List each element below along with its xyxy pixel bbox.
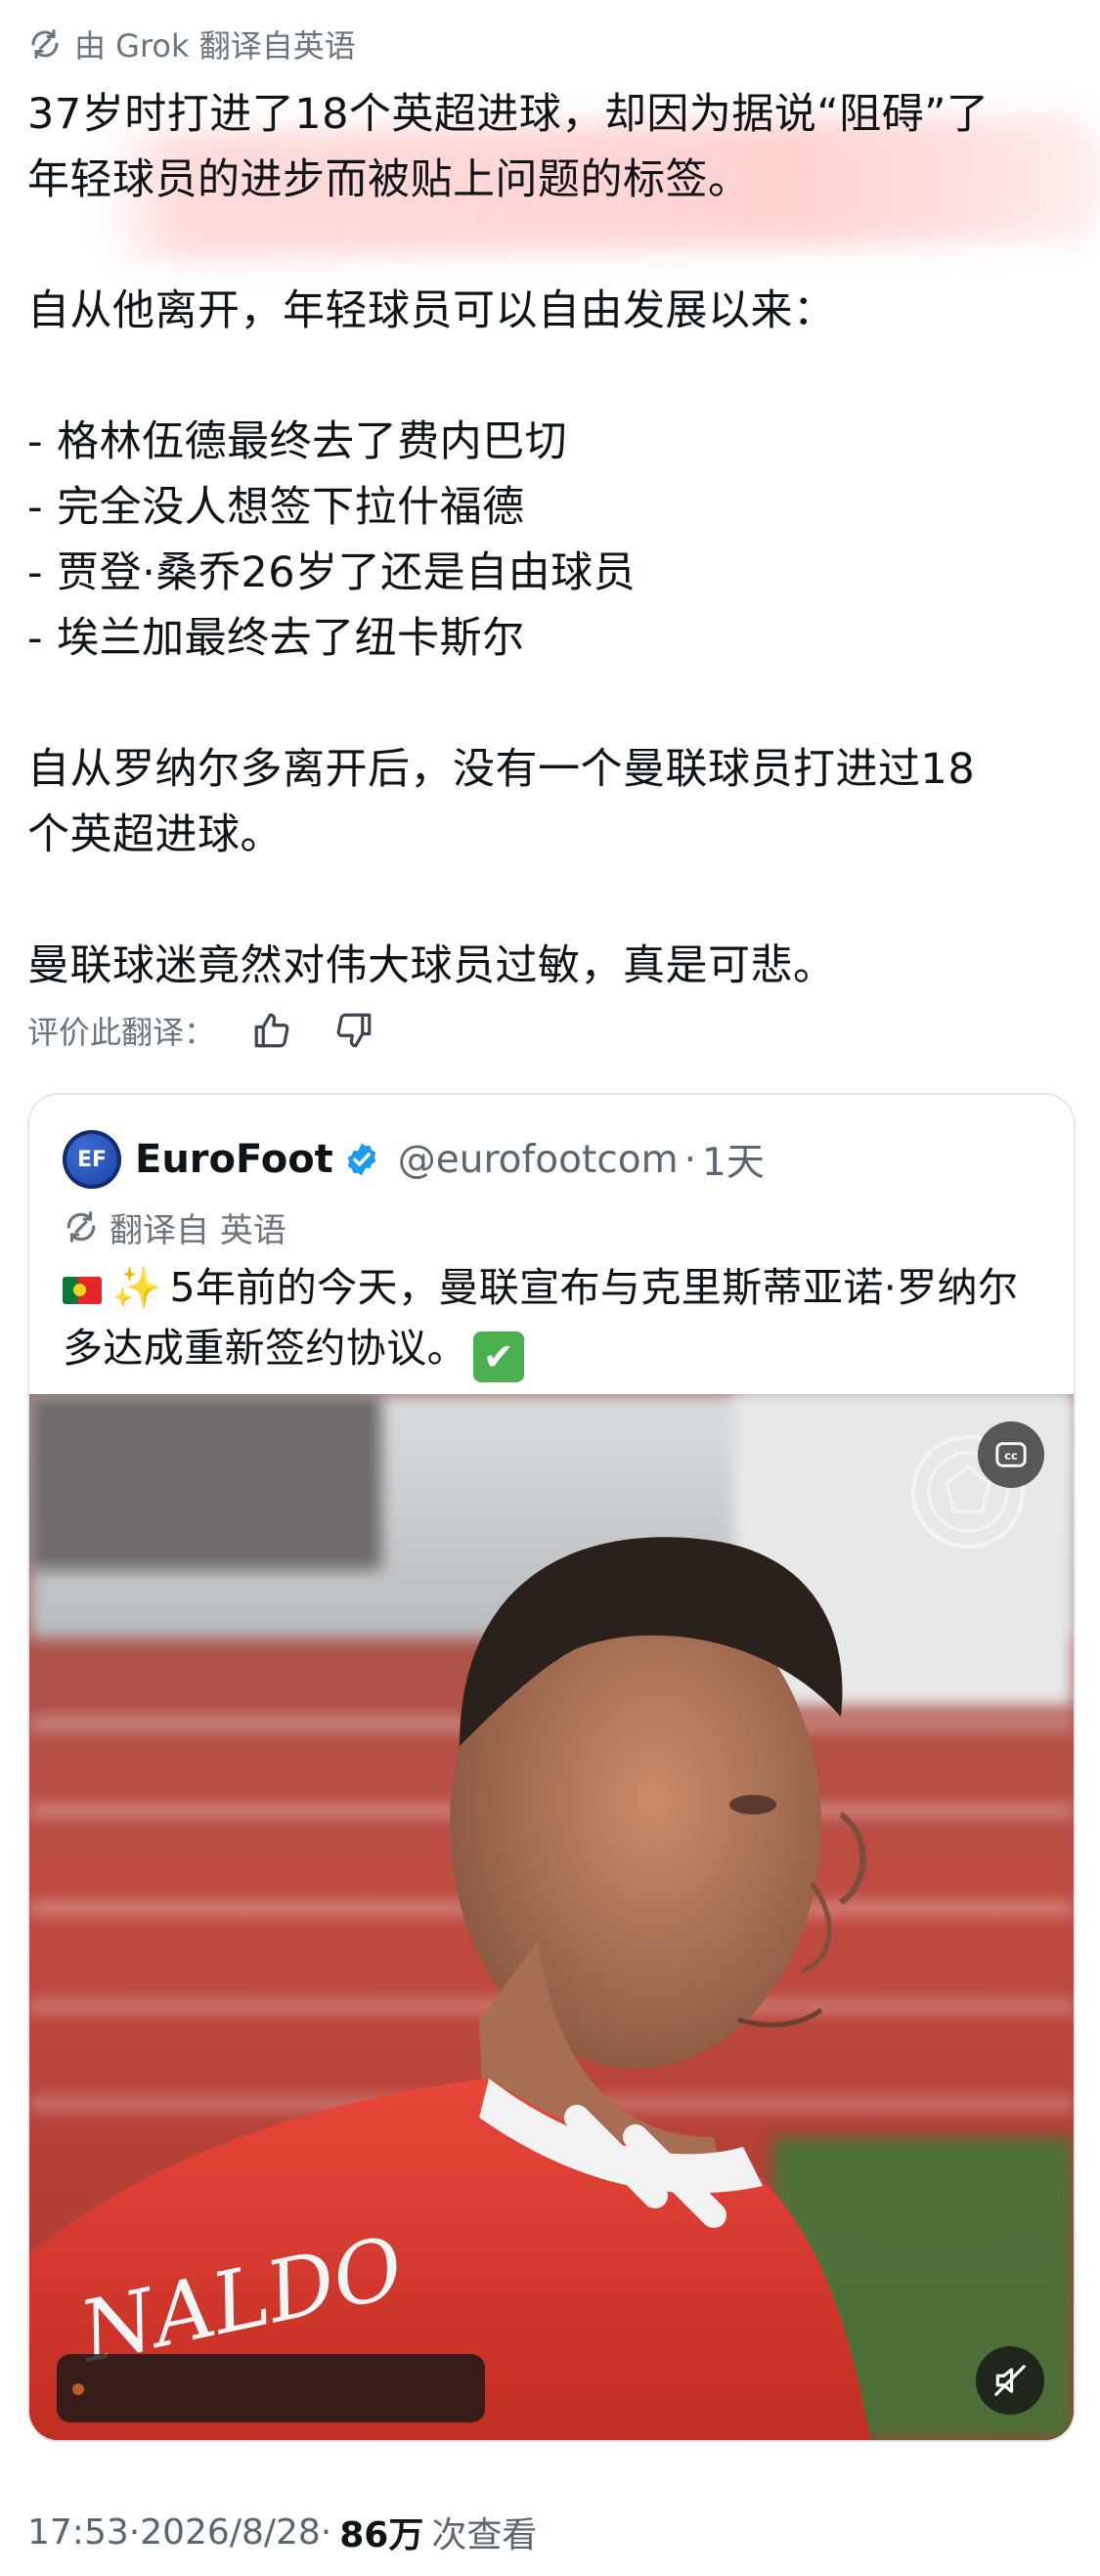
tweet-list-item: - 完全没人想签下拉什福德 (27, 483, 525, 532)
progress-dot (72, 2383, 84, 2395)
quoted-tweet-time[interactable]: 1天 (702, 1132, 765, 1187)
cc-icon: cc (995, 1442, 1027, 1467)
view-count[interactable]: 86万 (339, 2507, 423, 2557)
portugal-flag-icon (63, 1277, 102, 1304)
quoted-author-name[interactable]: EuroFoot (135, 1137, 333, 1182)
quoted-tweet-header: EF EuroFoot @eurofootcom · 1天 (63, 1128, 765, 1191)
quoted-author-handle[interactable]: @eurofootcom (398, 1138, 679, 1182)
quoted-text-line: 5年前的今天，曼联宣布与克里斯蒂亚诺·罗纳尔 (169, 1264, 1019, 1311)
separator: · (128, 2511, 141, 2553)
quoted-text-line: 多达成重新签约协议。 (63, 1325, 467, 1372)
view-count-label: 次查看 (431, 2515, 538, 2555)
tweet-meta: 17:53 · 2026/8/28 · 86万 次查看 (27, 2505, 537, 2559)
check-mark-icon: ✔ (473, 1332, 524, 1382)
tweet-line: 自从罗纳尔多离开后，没有一个曼联球员打进过18 (27, 745, 976, 794)
tweet-line: 自从他离开，年轻球员可以自由发展以来： (27, 286, 836, 335)
tweet-list-item: - 埃兰加最终去了纽卡斯尔 (27, 614, 525, 663)
tweet-text: 37岁时打进了18个英超进球，却因为据说“阻碍”了 年轻球员的进步而被贴上问题的… (27, 82, 1083, 999)
tweet-line: 曼联球迷竟然对伟大球员过敏，真是可悲。 (27, 941, 836, 990)
video-player[interactable]: NALDO cc (29, 1394, 1074, 2440)
translation-label: 由 Grok 翻译自英语 (74, 27, 356, 65)
sparkle-icon: ✨ (111, 1264, 162, 1311)
translation-header[interactable]: 由 Grok 翻译自英语 (27, 22, 356, 66)
svg-text:cc: cc (1004, 1449, 1017, 1463)
avatar[interactable]: EF (63, 1130, 121, 1189)
tweet-list-item: - 贾登·桑乔26岁了还是自由球员 (27, 548, 637, 597)
thumbs-down-icon[interactable] (330, 1007, 377, 1054)
tweet-line: 37岁时打进了18个英超进球，却因为据说“阻碍”了 (27, 90, 990, 139)
separator: · (320, 2511, 332, 2553)
post-date[interactable]: 2026/8/28 (140, 2512, 321, 2553)
post-time[interactable]: 17:53 (27, 2512, 129, 2553)
rate-translation: 评价此翻译： (27, 1007, 377, 1054)
translate-icon (66, 1211, 96, 1243)
verified-badge-icon (347, 1143, 376, 1176)
captions-button[interactable]: cc (978, 1421, 1044, 1488)
quoted-tweet-text: ✨ 5年前的今天，曼联宣布与克里斯蒂亚诺·罗纳尔 多达成重新签约协议。 ✔ (63, 1257, 1050, 1382)
rate-translation-label: 评价此翻译： (27, 1014, 216, 1051)
tweet-list-item: - 格林伍德最终去了费内巴切 (27, 417, 568, 466)
separator: · (683, 1137, 696, 1182)
quoted-translation-label[interactable]: 翻译自 英语 (63, 1202, 286, 1251)
thumbs-up-icon[interactable] (248, 1007, 295, 1054)
tweet-line: 年轻球员的进步而被贴上问题的标签。 (27, 155, 751, 204)
mute-icon (994, 2365, 1026, 2396)
mute-button[interactable] (976, 2346, 1044, 2415)
video-frame: NALDO (29, 1394, 1074, 2440)
video-progress[interactable] (57, 2354, 485, 2423)
tweet-line: 个英超进球。 (27, 810, 283, 859)
quoted-tweet-card[interactable]: EF EuroFoot @eurofootcom · 1天 翻译自 英语 ✨ 5年… (27, 1093, 1076, 2442)
translate-icon (31, 29, 59, 59)
